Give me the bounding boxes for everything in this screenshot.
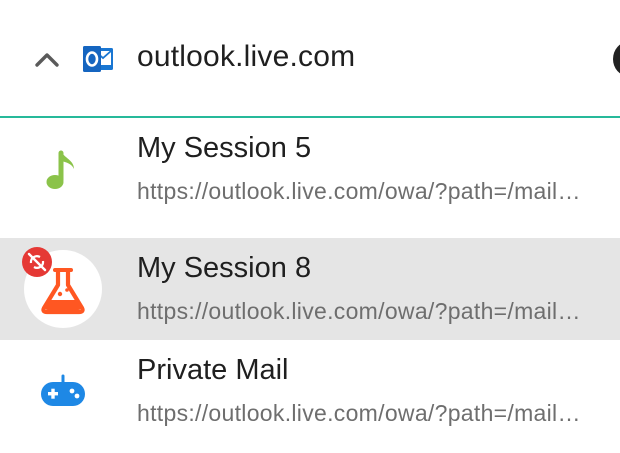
gamepad-icon [41, 374, 85, 406]
site-header: outlook.live.com [0, 0, 620, 118]
sync-disabled-icon [22, 247, 52, 277]
session-title: Private Mail [137, 354, 289, 386]
music-note-icon [46, 150, 74, 189]
menu-button-partial[interactable] [613, 42, 620, 76]
session-url: https://outlook.live.com/owa/?path=/mail… [137, 400, 587, 426]
session-title: My Session 8 [137, 252, 312, 284]
outlook-icon [83, 46, 113, 72]
site-domain-title: outlook.live.com [137, 40, 356, 73]
session-row-private-mail[interactable]: Private Mail https://outlook.live.com/ow… [0, 340, 620, 442]
session-row-my-session-5[interactable]: My Session 5 https://outlook.live.com/ow… [0, 118, 620, 220]
chevron-up-icon[interactable] [34, 50, 60, 68]
session-title: My Session 5 [137, 132, 312, 164]
session-url: https://outlook.live.com/owa/?path=/mail… [137, 298, 587, 324]
session-row-my-session-8[interactable]: My Session 8 https://outlook.live.com/ow… [0, 238, 620, 340]
session-url: https://outlook.live.com/owa/?path=/mail… [137, 178, 587, 204]
